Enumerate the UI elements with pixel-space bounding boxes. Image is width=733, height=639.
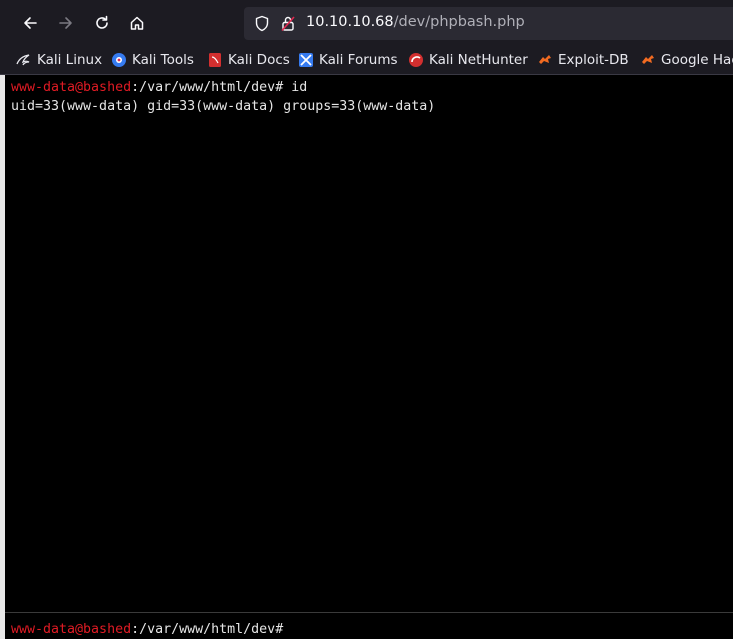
kali-tools-icon: [112, 53, 126, 67]
bookmark-label: Kali NetHunter: [429, 52, 528, 68]
arrow-left-icon: [24, 17, 37, 29]
bookmark-kali-nethunter[interactable]: Kali NetHunter: [408, 50, 528, 70]
back-button[interactable]: [16, 9, 44, 37]
command-output-line: uid=33(www-data) gid=33(www-data) groups…: [11, 99, 436, 114]
terminal-output[interactable]: www-data@bashed:/var/www/html/dev# id ui…: [0, 75, 733, 639]
reload-button[interactable]: [88, 9, 116, 37]
bookmark-label: Kali Docs: [228, 52, 290, 68]
input-separator: [5, 612, 733, 613]
bookmark-kali-forums[interactable]: Kali Forums: [298, 50, 398, 70]
prompt-path: :/var/www/html/dev#: [131, 80, 284, 95]
prompt-user: www-data@bashed: [11, 622, 132, 637]
kali-docs-icon: [209, 53, 221, 67]
url-path: /dev/phpbash.php: [393, 14, 525, 30]
kali-dragon-icon: [16, 54, 30, 66]
shield-icon[interactable]: [254, 15, 270, 32]
bookmark-label: Kali Forums: [319, 52, 398, 68]
address-bar[interactable]: 10.10.10.68/dev/phpbash.php: [244, 7, 733, 40]
history-command-line: www-data@bashed:/var/www/html/dev# id: [11, 79, 307, 96]
kali-nethunter-icon: [409, 53, 423, 67]
browser-window: 10.10.10.68/dev/phpbash.php Kali Linux K…: [0, 0, 733, 639]
arrow-right-icon: [59, 17, 72, 29]
insecure-lock-icon[interactable]: [280, 15, 296, 32]
kali-forums-icon: [299, 53, 313, 67]
exploit-db-icon: [539, 55, 551, 64]
reload-icon: [96, 15, 108, 29]
forward-button[interactable]: [52, 9, 80, 37]
bookmark-exploit-db[interactable]: Exploit-DB: [537, 50, 629, 70]
bookmark-google-hacking[interactable]: Google Hac: [640, 50, 733, 70]
prompt-user: www-data@bashed: [11, 80, 132, 95]
command-text: id: [283, 80, 308, 95]
prompt-path: :/var/www/html/dev#: [131, 622, 284, 637]
url-text[interactable]: 10.10.10.68/dev/phpbash.php: [306, 14, 525, 30]
input-prompt: www-data@bashed:/var/www/html/dev#: [11, 621, 283, 638]
bookmark-label: Exploit-DB: [558, 52, 629, 68]
bookmark-label: Kali Linux: [37, 52, 103, 68]
home-button[interactable]: [123, 9, 151, 37]
home-icon: [130, 16, 144, 30]
navigation-toolbar: 10.10.10.68/dev/phpbash.php: [0, 0, 733, 46]
url-host: 10.10.10.68: [306, 14, 394, 30]
bookmark-kali-docs[interactable]: Kali Docs: [207, 50, 290, 70]
bookmark-kali-tools[interactable]: Kali Tools: [111, 50, 194, 70]
terminal-border: [0, 75, 5, 639]
command-input[interactable]: [296, 618, 716, 636]
bookmark-kali-linux[interactable]: Kali Linux: [16, 50, 102, 70]
bookmark-label: Google Hac: [661, 52, 733, 68]
bookmarks-toolbar: Kali Linux Kali Tools Kali Docs Kali For…: [0, 46, 733, 75]
google-hacking-icon: [642, 55, 654, 64]
bookmark-label: Kali Tools: [132, 52, 194, 68]
